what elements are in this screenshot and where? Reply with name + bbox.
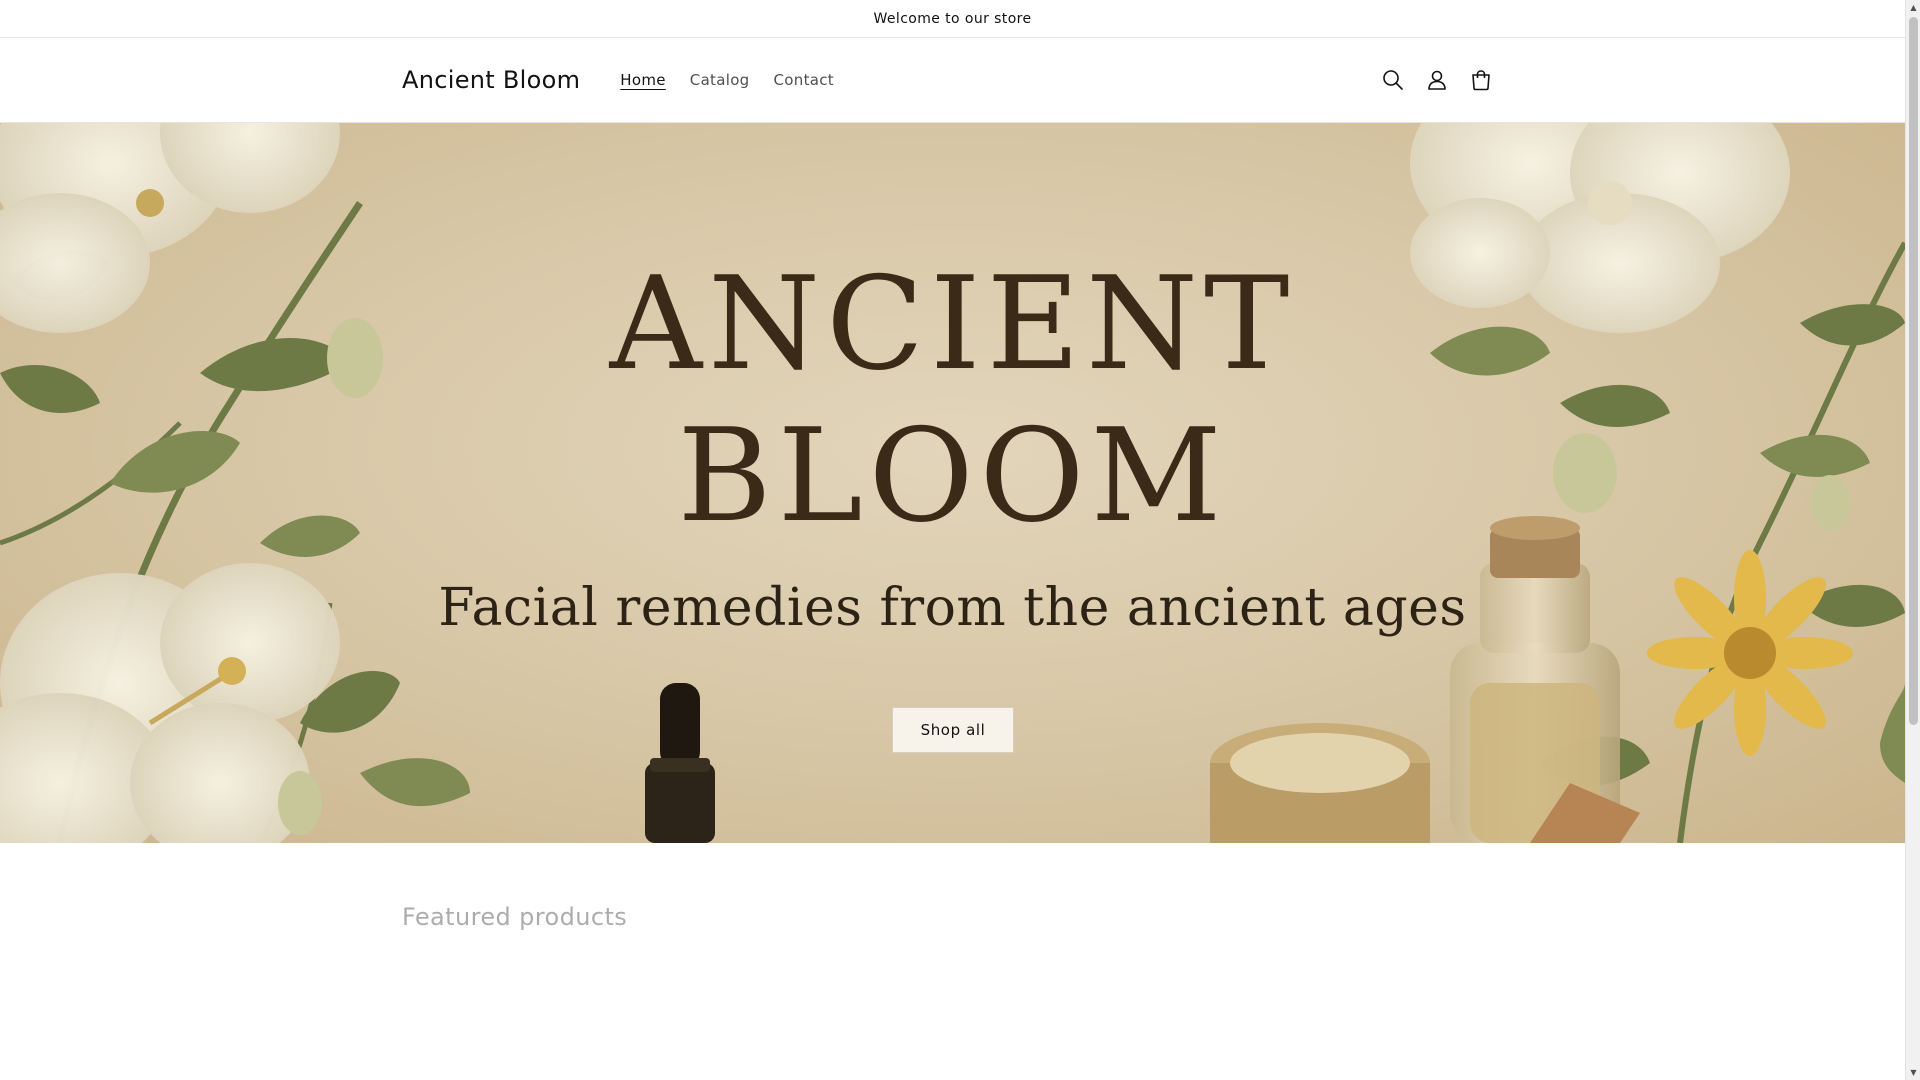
- nav-home[interactable]: Home: [608, 63, 678, 97]
- store-logo[interactable]: Ancient Bloom: [402, 66, 580, 94]
- hero-subtitle: Facial remedies from the ancient ages: [438, 578, 1467, 638]
- cart-icon: [1472, 70, 1490, 91]
- scroll-down-arrow-icon[interactable]: ▼: [1906, 1065, 1920, 1080]
- search-icon: [1383, 70, 1403, 90]
- page: Welcome to our store Ancient Bloom Home …: [0, 0, 1905, 1080]
- nav-catalog[interactable]: Catalog: [678, 63, 762, 97]
- scrollbar-thumb[interactable]: [1909, 17, 1918, 725]
- page-scrollbar[interactable]: ▲ ▼: [1905, 0, 1920, 1080]
- nav-contact[interactable]: Contact: [762, 63, 846, 97]
- account-button[interactable]: [1415, 58, 1459, 102]
- shop-all-button[interactable]: Shop all: [892, 707, 1014, 753]
- announcement-text: Welcome to our store: [873, 10, 1032, 27]
- main-nav: Home Catalog Contact: [608, 63, 846, 97]
- header-icons: [1371, 58, 1503, 102]
- hero-title-line1: ANCIENT: [609, 250, 1296, 399]
- announcement-bar: Welcome to our store: [0, 0, 1905, 38]
- cart-button[interactable]: [1459, 58, 1503, 102]
- search-button[interactable]: [1371, 58, 1415, 102]
- account-icon: [1428, 70, 1446, 90]
- featured-products-title: Featured products: [402, 903, 628, 931]
- hero-title-line2: BLOOM: [677, 402, 1228, 551]
- header-inner: Ancient Bloom Home Catalog Contact: [402, 38, 1503, 122]
- featured-products-section: Featured products: [0, 843, 1905, 1080]
- site-header: Ancient Bloom Home Catalog Contact: [0, 38, 1905, 123]
- scroll-up-arrow-icon[interactable]: ▲: [1906, 0, 1920, 15]
- hero-banner: ANCIENT BLOOM Facial remedies from the a…: [0, 123, 1905, 843]
